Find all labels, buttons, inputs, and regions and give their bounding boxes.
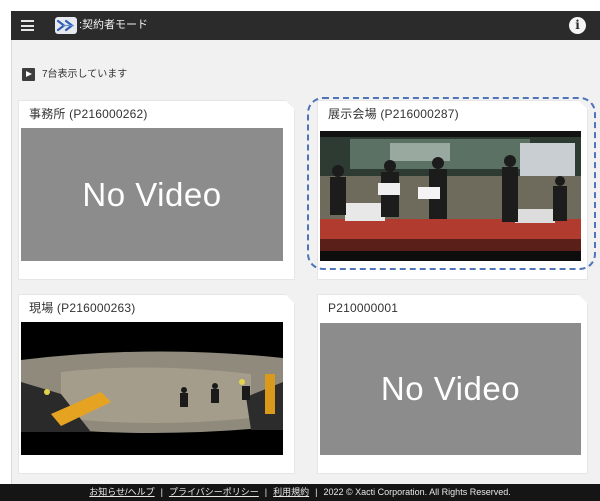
video-feed[interactable] [320, 131, 581, 261]
privacy-policy-link[interactable]: プライバシーポリシー [169, 487, 259, 497]
info-icon[interactable]: i [569, 17, 586, 34]
camera-card[interactable]: 現場 (P216000263) [18, 294, 295, 474]
menu-icon[interactable] [21, 20, 34, 31]
footer-separator: | [160, 487, 163, 497]
mode-label: :契約者モード [79, 19, 149, 31]
terms-link[interactable]: 利用規約 [273, 487, 309, 497]
help-link[interactable]: お知らせ/ヘルプ [89, 487, 154, 497]
no-video-placeholder[interactable]: No Video [320, 323, 581, 455]
camera-card[interactable]: 事務所 (P216000262) No Video [18, 100, 295, 280]
footer: お知らせ/ヘルプ | プライバシーポリシー | 利用規約 | 2022 © Xacti Co… [0, 484, 600, 501]
no-video-placeholder[interactable]: No Video [21, 128, 283, 261]
camera-title: P210000001 [328, 301, 399, 315]
play-icon [22, 68, 35, 81]
camera-title: 展示会場 (P216000287) [328, 107, 459, 121]
camera-count-text: 7台表示しています [42, 69, 128, 80]
exhibition-video-image [320, 131, 581, 261]
camera-card[interactable]: P210000001 No Video [317, 294, 588, 474]
camera-title: 事務所 (P216000262) [29, 107, 148, 121]
app-logo-icon [55, 17, 77, 34]
top-bar: :契約者モード i [11, 11, 600, 40]
footer-separator: | [264, 487, 268, 497]
video-feed[interactable] [21, 322, 283, 455]
footer-separator: | [315, 487, 318, 497]
camera-card[interactable]: 展示会場 (P216000287) [317, 100, 588, 280]
camera-title: 現場 (P216000263) [29, 301, 136, 315]
copyright-text: 2022 © Xacti Corporation. All Rights Res… [323, 487, 511, 497]
site-video-image [21, 322, 283, 455]
